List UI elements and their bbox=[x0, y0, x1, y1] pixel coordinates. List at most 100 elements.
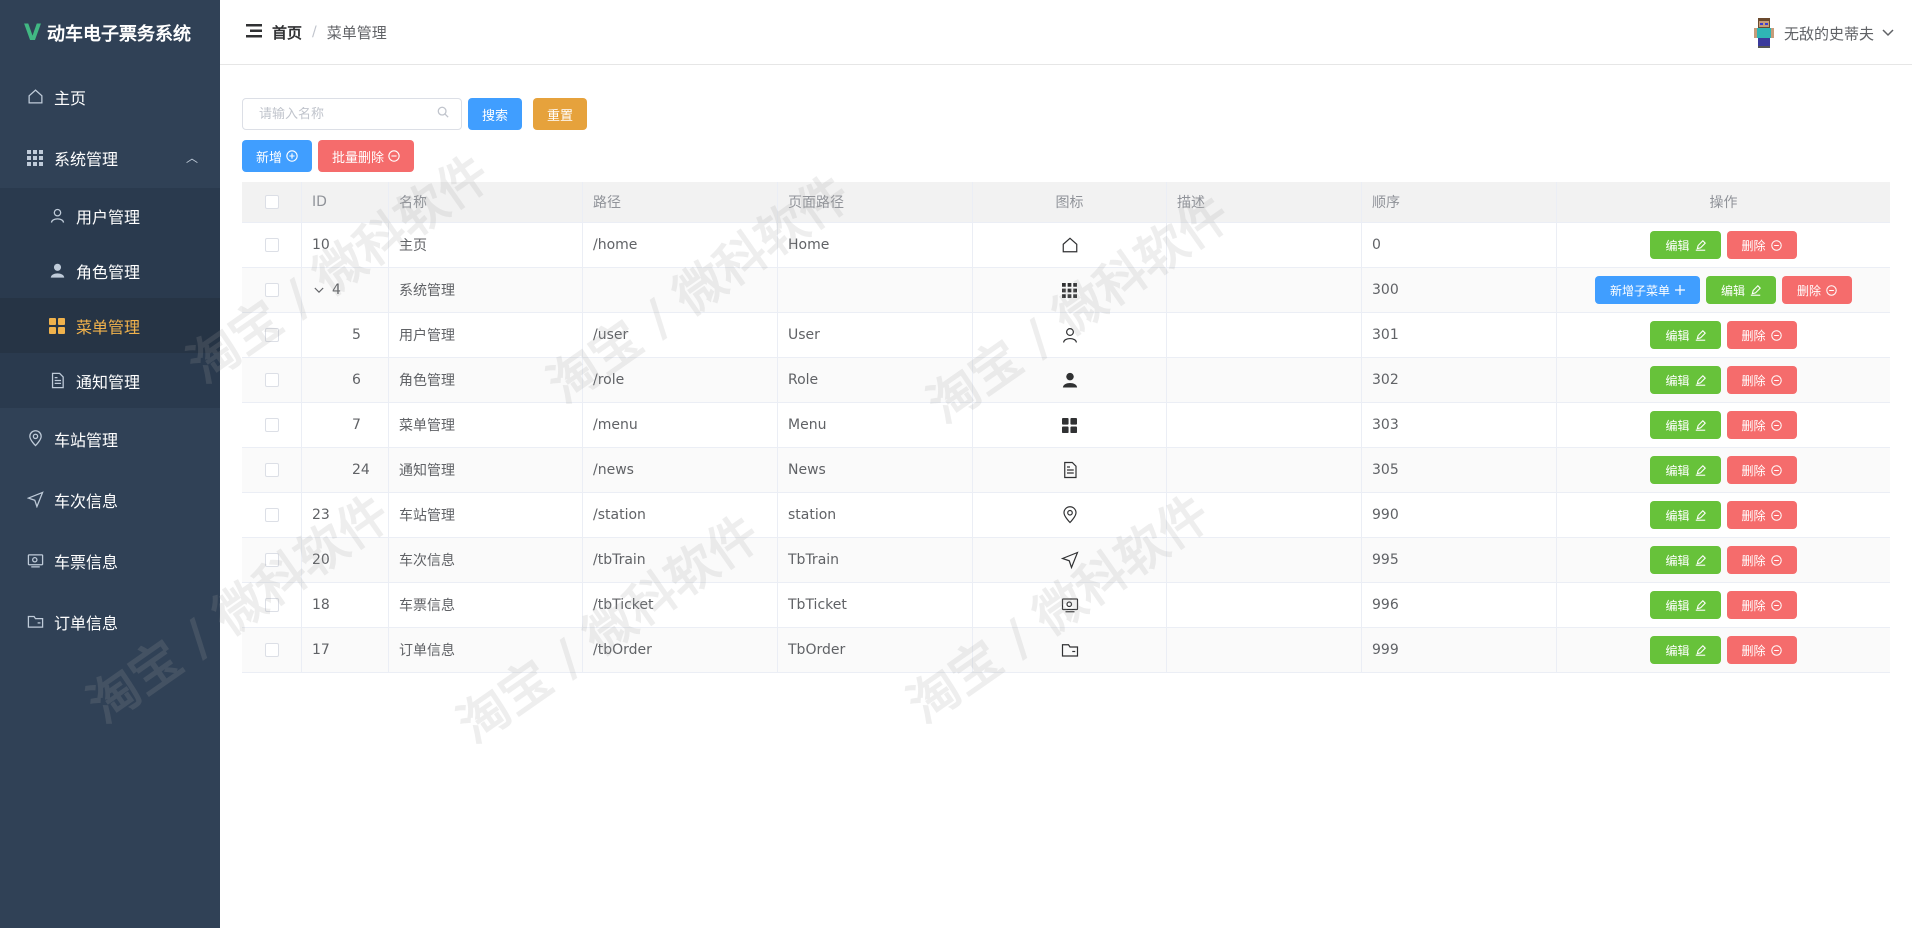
circle-plus-icon bbox=[286, 150, 298, 162]
operations-cell: 编辑 删除 bbox=[1557, 538, 1890, 582]
row-checkbox[interactable] bbox=[264, 283, 279, 297]
column-header: 路径 bbox=[583, 182, 778, 222]
page-path-cell: TbOrder bbox=[778, 628, 973, 672]
delete-button[interactable]: 删除 bbox=[1726, 636, 1797, 664]
operations-cell: 编辑 删除 bbox=[1557, 358, 1890, 402]
column-header: 页面路径 bbox=[778, 182, 973, 222]
sidebar-item-system[interactable]: 系统管理 ︿ bbox=[0, 127, 220, 188]
chevron-down-icon[interactable] bbox=[314, 287, 324, 294]
delete-button[interactable]: 删除 bbox=[1726, 591, 1797, 619]
edit-button[interactable]: 编辑 bbox=[1650, 546, 1721, 574]
user-filled-icon bbox=[1061, 371, 1079, 389]
edit-button[interactable]: 编辑 bbox=[1650, 366, 1721, 394]
sidebar-item-orders[interactable]: 订单信息 bbox=[0, 591, 220, 652]
breadcrumb-home[interactable]: 首页 bbox=[272, 22, 302, 43]
icon-cell bbox=[973, 403, 1167, 447]
row-id: 4 bbox=[332, 282, 341, 298]
order-cell: 303 bbox=[1362, 403, 1557, 447]
sidebar-item-label: 车票信息 bbox=[54, 552, 119, 572]
search-input[interactable] bbox=[259, 106, 437, 122]
edit-button[interactable]: 编辑 bbox=[1650, 501, 1721, 529]
delete-button[interactable]: 删除 bbox=[1726, 321, 1797, 349]
row-checkbox[interactable] bbox=[264, 643, 279, 657]
row-checkbox[interactable] bbox=[264, 373, 279, 387]
edit-button[interactable]: 编辑 bbox=[1650, 456, 1721, 484]
sidebar-item-label: 系统管理 bbox=[54, 149, 119, 169]
batch-delete-button[interactable]: 批量删除 bbox=[318, 140, 415, 172]
add-button[interactable]: 新增 bbox=[242, 140, 313, 172]
row-id: 7 bbox=[352, 417, 361, 433]
operations-cell: 编辑 删除 bbox=[1557, 223, 1890, 267]
icon-cell bbox=[973, 268, 1167, 312]
row-id: 20 bbox=[312, 552, 330, 568]
hamburger-icon[interactable] bbox=[246, 23, 262, 42]
delete-label: 删除 bbox=[1741, 643, 1766, 658]
circle-minus-icon bbox=[1770, 374, 1782, 386]
delete-label: 删除 bbox=[1741, 373, 1766, 388]
icon-cell bbox=[973, 493, 1167, 537]
document-icon bbox=[48, 372, 66, 390]
edit-label: 编辑 bbox=[1665, 463, 1690, 478]
circle-minus-icon bbox=[1770, 599, 1782, 611]
row-checkbox[interactable] bbox=[264, 598, 279, 612]
desc-cell bbox=[1167, 403, 1362, 447]
delete-button[interactable]: 删除 bbox=[1726, 231, 1797, 259]
delete-button[interactable]: 删除 bbox=[1782, 276, 1853, 304]
row-checkbox[interactable] bbox=[264, 238, 279, 252]
search-button[interactable]: 搜索 bbox=[468, 98, 523, 130]
column-header: 描述 bbox=[1167, 182, 1362, 222]
edit-button[interactable]: 编辑 bbox=[1705, 276, 1776, 304]
row-checkbox[interactable] bbox=[264, 418, 279, 432]
edit-button[interactable]: 编辑 bbox=[1650, 591, 1721, 619]
avatar bbox=[1753, 18, 1774, 48]
id-cell: 4 bbox=[302, 268, 389, 312]
desc-cell bbox=[1167, 223, 1362, 267]
breadcrumb-current: 菜单管理 bbox=[326, 23, 387, 42]
page-path-cell: Role bbox=[778, 358, 973, 402]
desc-cell bbox=[1167, 538, 1362, 582]
edit-icon bbox=[1695, 464, 1706, 476]
edit-label: 编辑 bbox=[1720, 283, 1745, 298]
edit-button[interactable]: 编辑 bbox=[1650, 636, 1721, 664]
sidebar-item-notices[interactable]: 通知管理 bbox=[0, 353, 220, 408]
row-checkbox[interactable] bbox=[264, 328, 279, 342]
delete-button[interactable]: 删除 bbox=[1726, 411, 1797, 439]
edit-icon bbox=[1695, 239, 1706, 251]
order-cell: 996 bbox=[1362, 583, 1557, 627]
menu-icon bbox=[1062, 417, 1077, 433]
delete-label: 删除 bbox=[1741, 553, 1766, 568]
page-path-cell: TbTrain bbox=[778, 538, 973, 582]
row-checkbox[interactable] bbox=[264, 553, 279, 567]
edit-button[interactable]: 编辑 bbox=[1650, 231, 1721, 259]
row-checkbox[interactable] bbox=[264, 463, 279, 477]
order-cell: 990 bbox=[1362, 493, 1557, 537]
add-button-label: 新增 bbox=[256, 150, 283, 166]
user-icon bbox=[1061, 326, 1079, 344]
select-all-cell bbox=[242, 182, 302, 222]
select-all-checkbox[interactable] bbox=[264, 195, 279, 209]
sidebar-item-tickets[interactable]: 车票信息 bbox=[0, 530, 220, 591]
sidebar-item-menus[interactable]: 菜单管理 bbox=[0, 298, 220, 353]
sidebar-item-stations[interactable]: 车站管理 bbox=[0, 408, 220, 469]
delete-button[interactable]: 删除 bbox=[1726, 456, 1797, 484]
user-dropdown[interactable]: 无敌的史蒂夫 bbox=[1753, 18, 1894, 48]
sidebar-item-home[interactable]: 主页 bbox=[0, 66, 220, 127]
delete-button[interactable]: 删除 bbox=[1726, 546, 1797, 574]
delete-button[interactable]: 删除 bbox=[1726, 501, 1797, 529]
reset-button[interactable]: 重置 bbox=[533, 98, 588, 130]
sidebar-item-users[interactable]: 用户管理 bbox=[0, 188, 220, 243]
delete-label: 删除 bbox=[1741, 238, 1766, 253]
edit-button[interactable]: 编辑 bbox=[1650, 411, 1721, 439]
table-row: 23 车站管理/station station 990 编辑 删除 bbox=[242, 492, 1890, 537]
row-checkbox[interactable] bbox=[264, 508, 279, 522]
sidebar-item-trains[interactable]: 车次信息 bbox=[0, 469, 220, 530]
edit-label: 编辑 bbox=[1665, 508, 1690, 523]
circle-minus-icon bbox=[1770, 554, 1782, 566]
edit-button[interactable]: 编辑 bbox=[1650, 321, 1721, 349]
delete-button[interactable]: 删除 bbox=[1726, 366, 1797, 394]
sidebar-item-label: 用户管理 bbox=[76, 207, 141, 227]
sidebar-item-roles[interactable]: 角色管理 bbox=[0, 243, 220, 298]
menu-icon bbox=[48, 317, 66, 335]
add-child-menu-button[interactable]: 新增子菜单 bbox=[1594, 276, 1700, 304]
edit-label: 编辑 bbox=[1665, 643, 1690, 658]
